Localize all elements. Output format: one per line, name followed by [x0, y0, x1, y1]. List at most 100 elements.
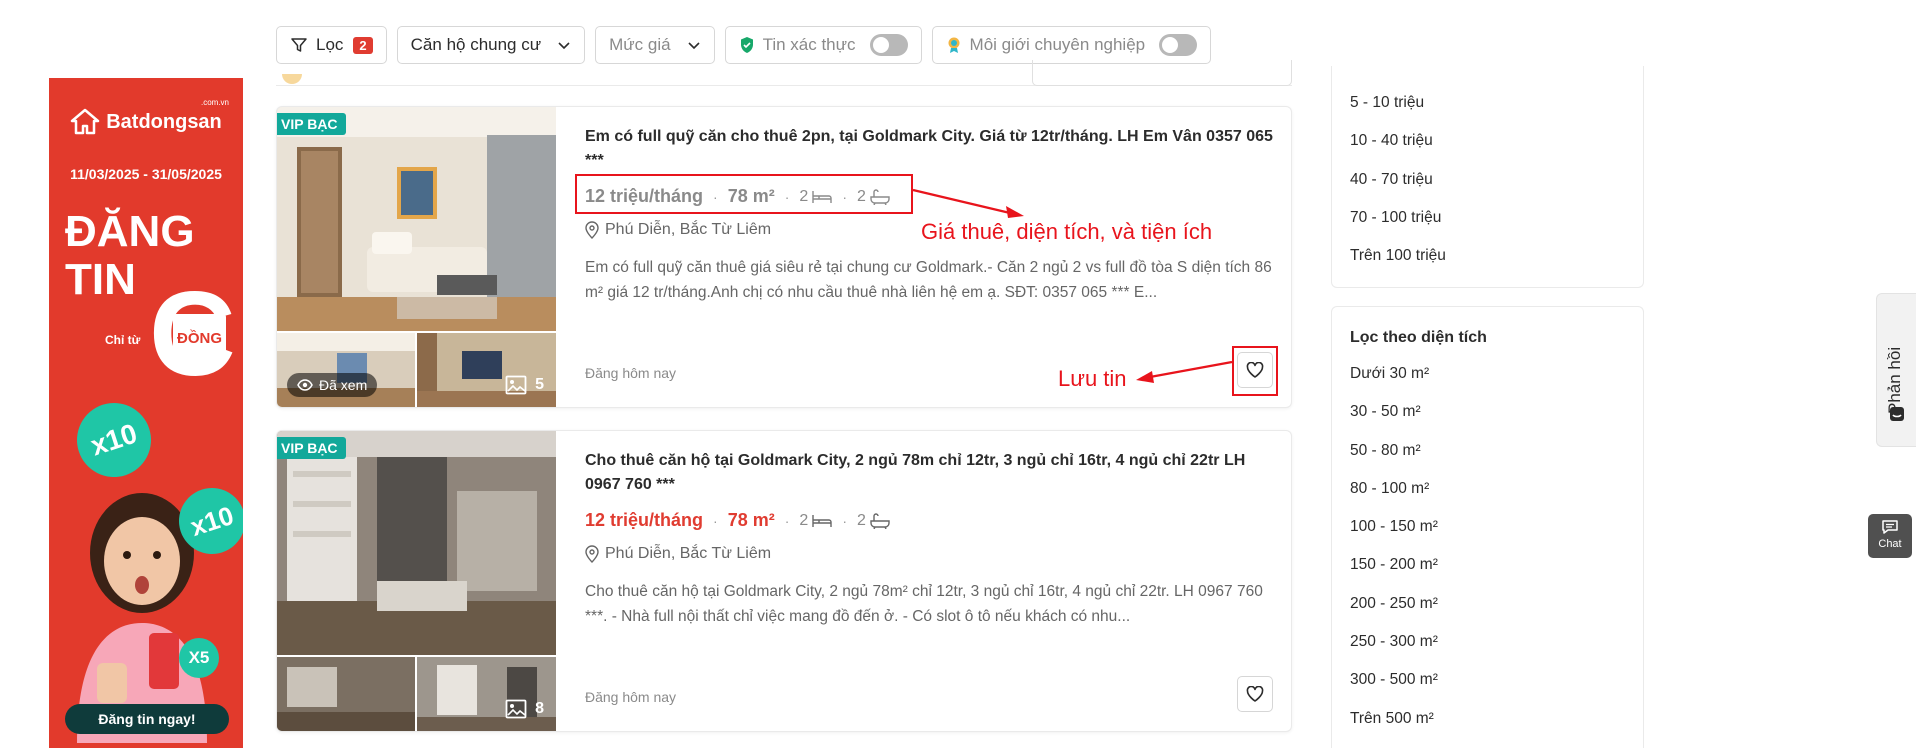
listing-title[interactable]: Em có full quỹ căn cho thuê 2pn, tại Gol… — [585, 125, 1275, 173]
filter-bar: Lọc 2 Căn hộ chung cư Mức giá Tin xác th… — [276, 26, 1212, 64]
area-filter-title: Lọc theo diện tích — [1350, 329, 1487, 346]
price-dropdown-label: Mức giá — [609, 35, 671, 54]
listing-description: Em có full quỹ căn thuê giá siêu rẻ tại … — [585, 259, 1272, 301]
price-filter-option[interactable]: 10 - 40 triệu — [1350, 122, 1643, 160]
previous-listing-button[interactable] — [1032, 60, 1292, 86]
bathrooms-value: 2 — [856, 511, 866, 529]
photo-count: 5 — [505, 375, 544, 395]
verified-filter[interactable]: Tin xác thực — [724, 26, 922, 64]
save-listing-button[interactable] — [1237, 676, 1273, 712]
listing-card[interactable]: VIP BẠC Đã xem 5 Em có full quỹ căn cho … — [276, 106, 1292, 408]
pro-broker-label: Môi giới chuyên nghiệp — [969, 35, 1146, 54]
image-icon — [505, 699, 527, 719]
annotation-save-label: Lưu tin — [1058, 366, 1127, 391]
listing-price: 12 triệu/tháng — [585, 510, 704, 530]
area-filter-option[interactable]: 30 - 50 m² — [1350, 393, 1643, 431]
listing-gallery[interactable]: VIP BẠC Đã xem 5 — [277, 107, 556, 408]
listing-gallery[interactable]: VIP BẠC 8 — [277, 431, 556, 732]
price-filter-option[interactable]: Trên 100 triệu — [1350, 237, 1643, 275]
listing-thumb-photo[interactable] — [277, 657, 415, 732]
photo-count: 8 — [505, 699, 544, 719]
verified-toggle[interactable] — [869, 34, 908, 56]
chevron-down-icon — [687, 38, 701, 52]
feedback-tab[interactable]: Phản hồi — [1876, 293, 1916, 447]
posted-date: Đăng hôm nay — [585, 365, 677, 381]
listing-area: 78 m² — [727, 510, 775, 530]
price-filter-option[interactable]: 70 - 100 triệu — [1350, 199, 1643, 237]
listing-title[interactable]: Cho thuê căn hộ tại Goldmark City, 2 ngủ… — [585, 449, 1275, 497]
pro-broker-toggle[interactable] — [1159, 34, 1198, 56]
listing-card[interactable]: VIP BẠC 8 Cho thuê căn hộ tại Goldmark C… — [276, 430, 1292, 732]
feedback-icon — [1890, 407, 1904, 421]
chat-label: Chat — [1878, 538, 1902, 550]
medal-icon — [946, 36, 962, 54]
promo-banner[interactable]: Batdongsan .com.vn 11/03/2025 - 31/05/20… — [49, 78, 243, 748]
promo-headline-1: ĐĂNG — [65, 207, 195, 256]
photo-count-value: 8 — [535, 700, 544, 717]
previous-listing-edge — [276, 60, 1292, 86]
promo-dates: 11/03/2025 - 31/05/2025 — [70, 166, 222, 182]
listing-info: Em có full quỹ căn cho thuê 2pn, tại Gol… — [585, 125, 1275, 305]
property-type-dropdown[interactable]: Căn hộ chung cư — [396, 26, 586, 64]
area-filter-option[interactable]: 100 - 150 m² — [1350, 508, 1643, 546]
filter-label: Lọc — [316, 35, 344, 54]
bathtub-icon — [870, 512, 890, 529]
image-icon — [505, 375, 527, 395]
brand-logo-icon — [70, 108, 100, 135]
area-filter-option[interactable]: Trên 500 m² — [1350, 700, 1643, 738]
feedback-label: Phản hồi — [1885, 346, 1904, 414]
area-filter-option[interactable]: 250 - 300 m² — [1350, 623, 1643, 661]
brand-logo: Batdongsan .com.vn — [49, 98, 243, 136]
area-filter-option[interactable]: 150 - 200 m² — [1350, 546, 1643, 584]
previous-listing-avatar — [282, 74, 302, 84]
eye-icon — [297, 379, 313, 391]
promo-badge-x5: X5 — [179, 638, 219, 678]
location-text: Phú Diễn, Bắc Từ Liêm — [605, 545, 772, 562]
bedrooms-value: 2 — [799, 511, 809, 529]
photo-count-value: 5 — [535, 376, 544, 393]
heart-icon — [1246, 686, 1264, 702]
location-text: Phú Diễn, Bắc Từ Liêm — [605, 221, 772, 238]
chat-bubble-icon — [1882, 520, 1898, 534]
listing-meta: 12 triệu/tháng · 78 m² · 2 · 2 — [585, 510, 1275, 531]
listing-location: Phú Diễn, Bắc Từ Liêm — [585, 545, 1275, 563]
area-filter-list: Dưới 30 m² 30 - 50 m² 50 - 80 m² 80 - 10… — [1350, 355, 1643, 738]
price-filter-option[interactable]: 5 - 10 triệu — [1350, 84, 1643, 122]
area-filter-option[interactable]: 80 - 100 m² — [1350, 470, 1643, 508]
annotation-details-box — [575, 174, 913, 214]
vip-badge: VIP BẠC — [277, 113, 346, 135]
price-dropdown[interactable]: Mức giá — [595, 26, 715, 64]
area-filter-option[interactable]: 300 - 500 m² — [1350, 661, 1643, 699]
area-filter-option[interactable]: 50 - 80 m² — [1350, 432, 1643, 470]
bed-icon — [812, 514, 833, 527]
area-filter-box: Lọc theo diện tích Dưới 30 m² 30 - 50 m²… — [1331, 306, 1644, 748]
price-filter-option[interactable]: 40 - 70 triệu — [1350, 161, 1643, 199]
meta-separator: · — [713, 512, 718, 529]
location-pin-icon — [585, 545, 599, 563]
verified-label: Tin xác thực — [762, 35, 856, 54]
filter-button[interactable]: Lọc 2 — [276, 26, 387, 64]
promo-headline: ĐĂNG TIN C Chỉ từ ĐỒNG — [49, 207, 243, 395]
location-pin-icon — [585, 221, 599, 239]
listing-main-photo[interactable] — [277, 107, 556, 331]
area-filter-option[interactable]: 200 - 250 m² — [1350, 585, 1643, 623]
vip-badge: VIP BẠC — [277, 437, 346, 459]
listing-main-photo[interactable] — [277, 431, 556, 655]
chevron-down-icon — [557, 38, 571, 52]
chat-button[interactable]: Chat — [1868, 514, 1912, 558]
listing-thumb-photo[interactable] — [417, 333, 556, 408]
promo-cta-button[interactable]: Đăng tin ngay! — [65, 704, 229, 734]
promo-currency: ĐỒNG — [173, 314, 226, 364]
pro-broker-filter[interactable]: Môi giới chuyên nghiệp — [931, 26, 1212, 64]
property-type-value: Căn hộ chung cư — [410, 35, 542, 54]
area-filter-option[interactable]: Dưới 30 m² — [1350, 355, 1643, 393]
promo-from-label: Chỉ từ — [105, 333, 141, 347]
listing-info: Cho thuê căn hộ tại Goldmark City, 2 ngủ… — [585, 449, 1275, 629]
price-filter-box: 5 - 10 triệu 10 - 40 triệu 40 - 70 triệu… — [1331, 66, 1644, 288]
listing-bathrooms: 2 — [857, 512, 890, 530]
listing-description: Cho thuê căn hộ tại Goldmark City, 2 ngủ… — [585, 583, 1263, 625]
filter-count-badge: 2 — [353, 36, 373, 54]
brand-domain: .com.vn — [201, 98, 230, 107]
listing-thumb-photo[interactable] — [417, 657, 556, 732]
meta-separator: · — [784, 512, 790, 529]
